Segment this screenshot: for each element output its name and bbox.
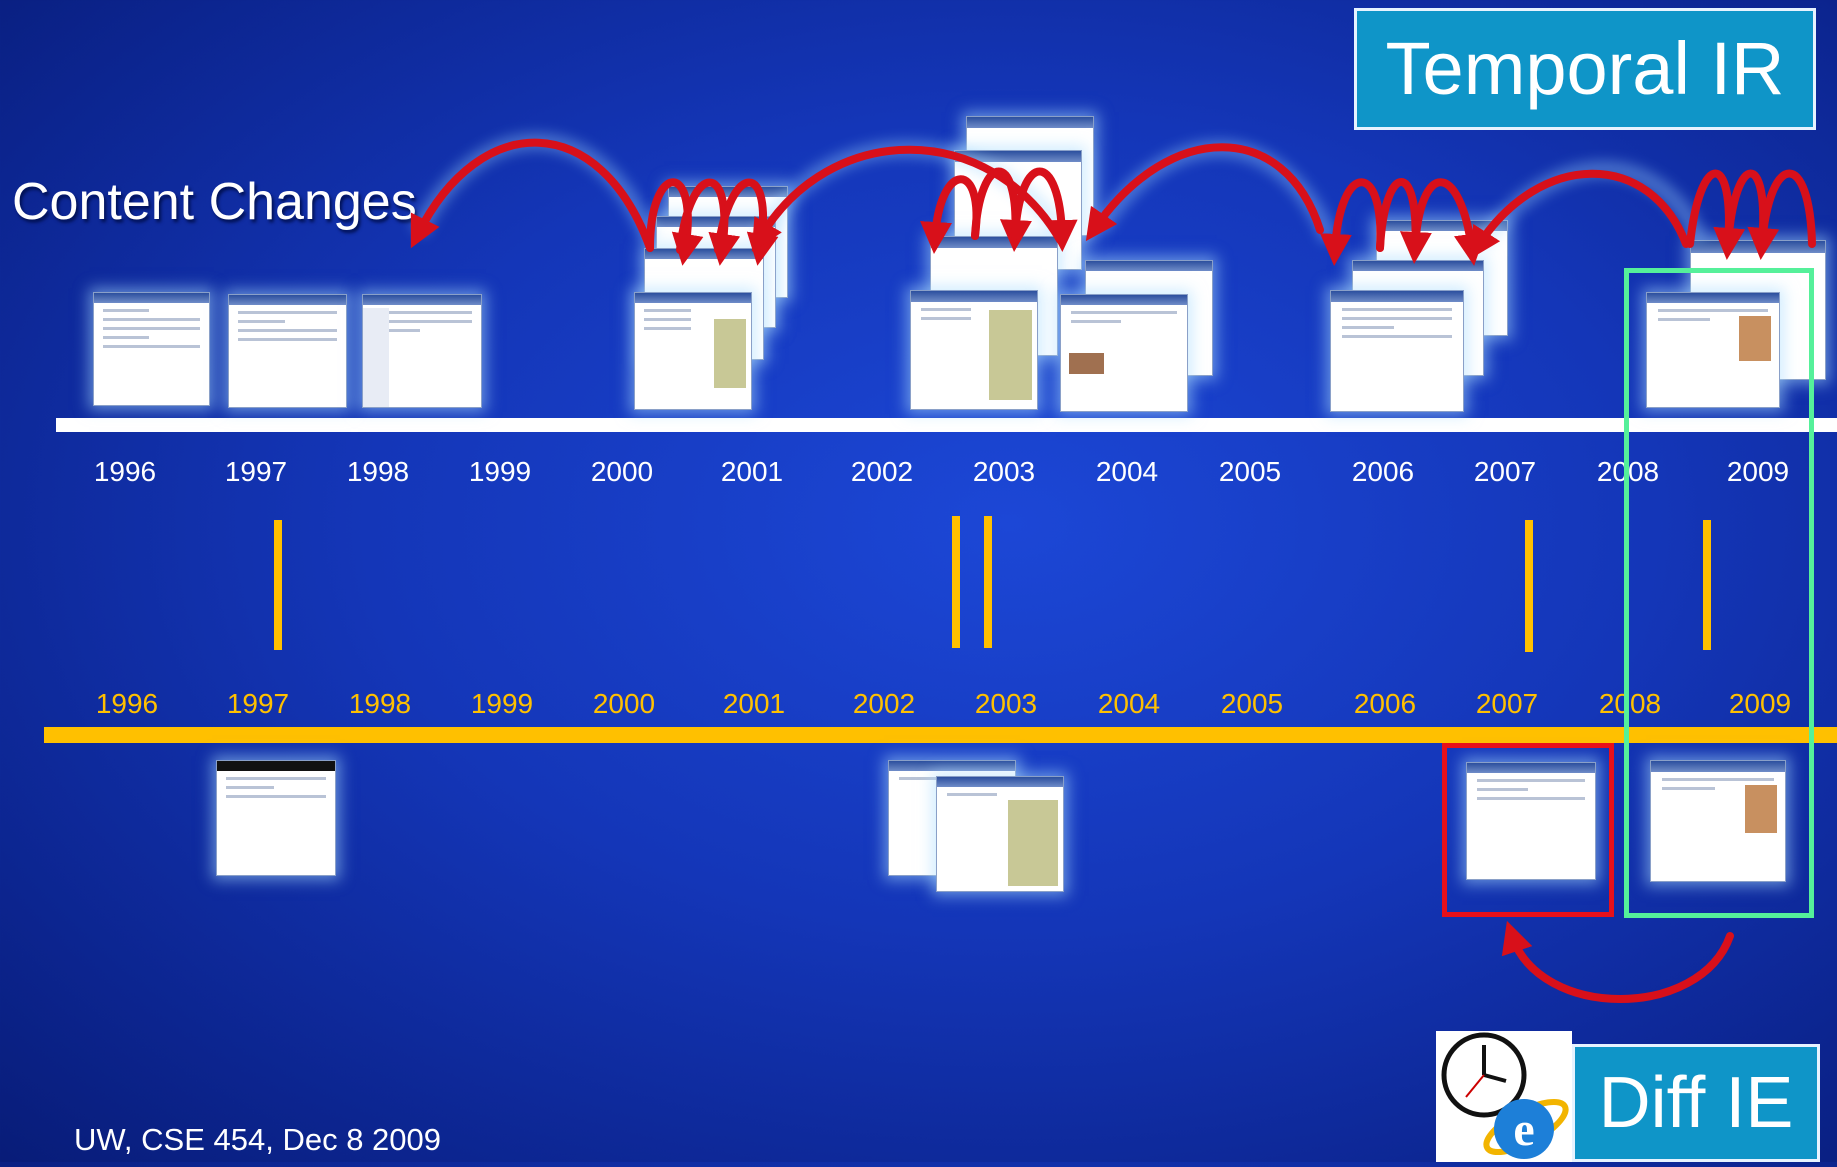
arrow-1999-2000 (410, 138, 654, 252)
change-arrows (409, 132, 1816, 1003)
footer-text: UW, CSE 454, Dec 8 2009 (74, 1122, 442, 1157)
diffie-logo: e (1436, 1031, 1572, 1162)
svg-text:e: e (1513, 1103, 1534, 1156)
diffie-label: Diff IE (1572, 1044, 1820, 1162)
diff-arrow (1501, 920, 1734, 1003)
